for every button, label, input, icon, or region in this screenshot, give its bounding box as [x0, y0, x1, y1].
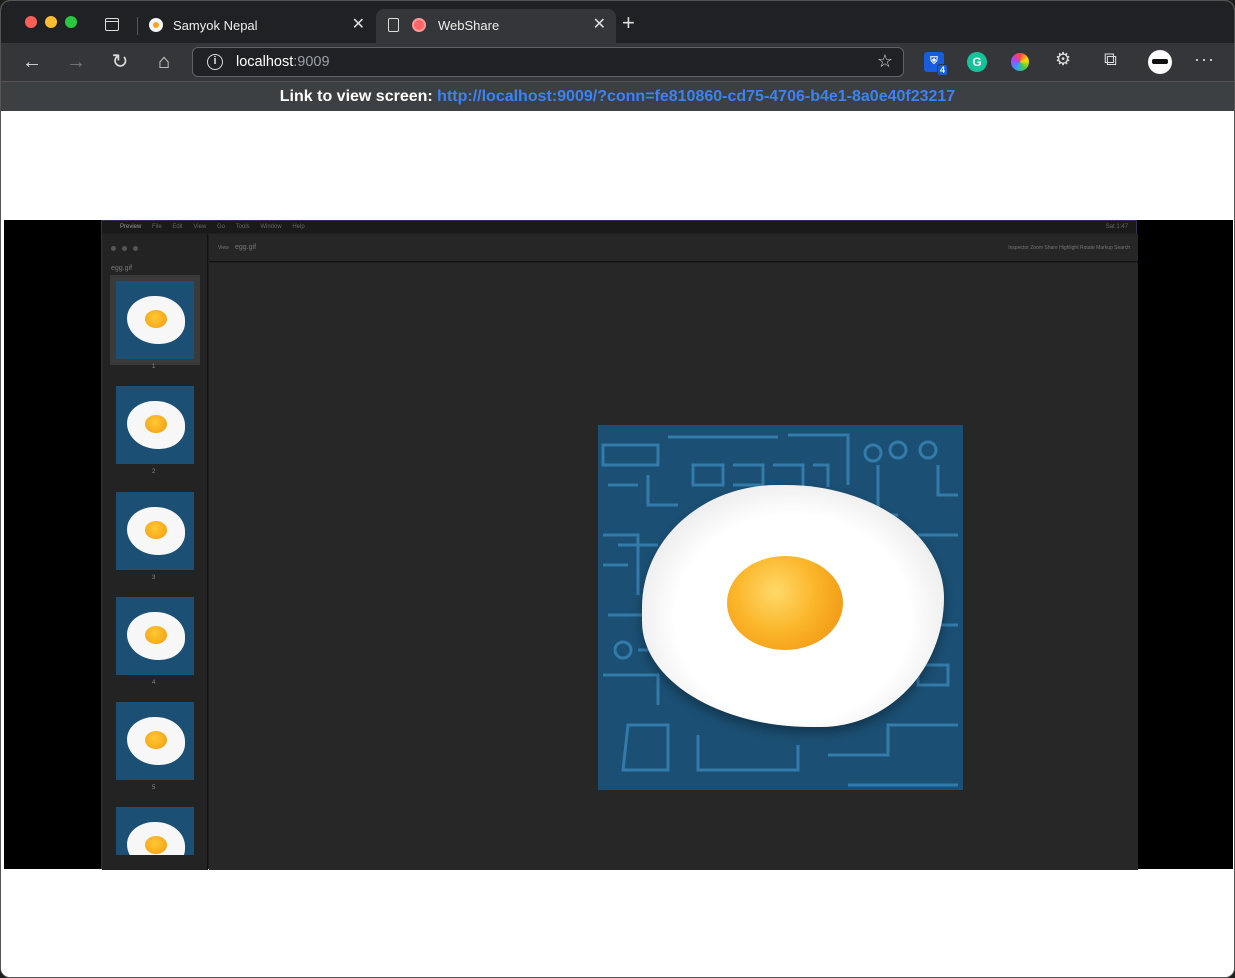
menu-item: Window: [260, 224, 282, 230]
tab-bar: Samyok Nepal ✕ WebShare ✕ +: [1, 1, 1234, 43]
close-tab-icon[interactable]: ✕: [593, 15, 606, 35]
egg-favicon-icon: [149, 18, 163, 32]
more-menu-icon[interactable]: ···: [1194, 49, 1215, 70]
window-dot: [111, 246, 116, 251]
yolk-image: [145, 836, 167, 854]
yolk-image: [145, 310, 167, 328]
color-picker-icon[interactable]: [1011, 53, 1029, 71]
browser-window: Samyok Nepal ✕ WebShare ✕ + ← → ↻ ⌂ i lo…: [0, 0, 1235, 978]
tab-title: WebShare: [438, 18, 500, 33]
preview-toolbar: View egg.gif Inspector Zoom Share Highli…: [209, 234, 1138, 262]
minimize-window-button[interactable]: [45, 16, 57, 28]
tab-samyok-nepal[interactable]: Samyok Nepal ✕: [139, 9, 375, 43]
tab-webshare[interactable]: WebShare ✕: [376, 9, 616, 43]
frame-number: 5: [152, 785, 156, 791]
url-text[interactable]: localhost:9009: [236, 54, 330, 70]
remote-desktop: Preview File Edit View Go Tools Window H…: [101, 220, 1138, 870]
tab-separator: [137, 17, 138, 35]
collections-icon[interactable]: ⧉: [1104, 49, 1124, 69]
forward-icon[interactable]: →: [63, 49, 89, 75]
url-port: :9009: [293, 54, 330, 70]
extension-badge: 4: [936, 64, 948, 76]
frame-thumbnail: [116, 807, 194, 855]
record-favicon-icon: [412, 18, 426, 32]
profile-avatar[interactable]: [1148, 50, 1172, 74]
page-content: Preview File Edit View Go Tools Window H…: [1, 111, 1234, 977]
maximize-window-button[interactable]: [65, 16, 77, 28]
share-link-url[interactable]: http://localhost:9009/?conn=fe810860-cd7…: [437, 88, 955, 105]
egg-yolk-image: [727, 556, 843, 650]
frame-number: 3: [152, 575, 156, 581]
add-favorite-icon[interactable]: ☆: [877, 51, 893, 72]
frame-thumbnail: [110, 275, 200, 365]
menu-item: Help: [292, 224, 305, 230]
document-title: egg.gif: [235, 244, 257, 251]
window-dot: [122, 246, 127, 251]
share-link-label: Link to view screen:: [279, 88, 433, 105]
home-icon[interactable]: ⌂: [151, 49, 177, 75]
close-window-button[interactable]: [25, 16, 37, 28]
preview-sidebar: egg.gif 1 2 3 4 5: [102, 234, 208, 870]
frame-number: 4: [152, 680, 156, 686]
menu-item: Go: [216, 224, 225, 230]
frame-thumbnail: [116, 492, 194, 570]
address-bar[interactable]: i localhost:9009 ☆: [192, 47, 904, 77]
yolk-image: [145, 521, 167, 539]
egg-gif-image: [598, 425, 963, 790]
url-host: localhost: [236, 54, 294, 70]
yolk-image: [145, 626, 167, 644]
sidebar-title: egg.gif: [111, 265, 133, 272]
preview-canvas: [209, 263, 1138, 870]
reload-icon[interactable]: ↻: [107, 49, 133, 75]
menu-item: File: [152, 224, 162, 230]
grammarly-icon[interactable]: G: [967, 52, 987, 72]
frame-thumbnail: [116, 386, 194, 464]
yolk-image: [145, 415, 167, 433]
menu-item: Preview: [120, 224, 142, 230]
frame-number: 1: [152, 364, 156, 370]
shared-screen-view: Preview File Edit View Go Tools Window H…: [4, 220, 1233, 870]
yolk-image: [145, 731, 167, 749]
menu-item: View: [193, 224, 207, 230]
frame-number: 2: [152, 469, 156, 475]
menu-item: Edit: [172, 224, 183, 230]
bitwarden-icon[interactable]: ⛨ 4: [924, 52, 948, 76]
site-info-icon[interactable]: i: [207, 54, 223, 70]
toolbar-tools: Inspector Zoom Share Highlight Rotate Ma…: [1008, 245, 1130, 251]
tab-title: Samyok Nepal: [173, 18, 258, 33]
close-tab-icon[interactable]: ✕: [352, 15, 365, 35]
remote-menubar: Preview File Edit View Go Tools Window H…: [102, 221, 1136, 233]
toolbar-view-label: View: [218, 245, 229, 251]
menubar-clock: Sat 1:47: [1105, 224, 1128, 230]
browser-toolbar: ← → ↻ ⌂ i localhost:9009 ☆ ⛨ 4 G ⚙ ⧉ ···: [1, 43, 1234, 81]
menu-item: Tools: [235, 224, 250, 230]
frame-thumbnail: [116, 597, 194, 675]
new-tab-icon[interactable]: +: [622, 12, 635, 34]
puzzle-icon[interactable]: ⚙: [1055, 49, 1075, 69]
share-link-bar: Link to view screen: http://localhost:90…: [1, 81, 1234, 111]
window-dot: [133, 246, 138, 251]
frame-thumbnail: [116, 702, 194, 780]
page-icon: [388, 18, 399, 32]
tab-actions-icon[interactable]: [105, 18, 119, 31]
back-icon[interactable]: ←: [19, 49, 45, 75]
